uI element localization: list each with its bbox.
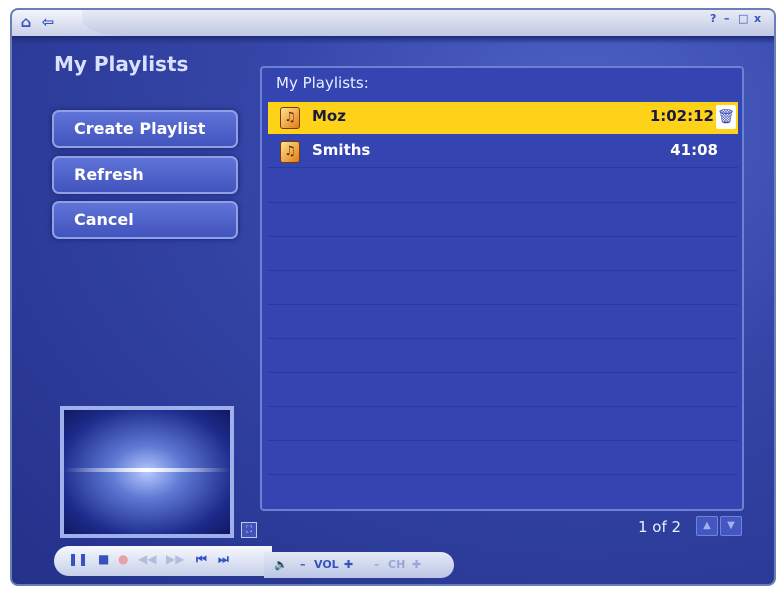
stop-icon[interactable]: ■ xyxy=(98,552,109,566)
playlist-row-moz[interactable]: ♫ Moz 1:02:12 🗑 xyxy=(268,102,738,134)
page-title: My Playlists xyxy=(54,52,189,76)
empty-row-divider xyxy=(268,236,738,237)
fast-forward-icon[interactable]: ▶▶ xyxy=(166,552,184,566)
help-icon[interactable]: ? xyxy=(710,12,719,25)
volume-down-icon[interactable]: – xyxy=(300,558,306,571)
playlist-duration: 1:02:12 xyxy=(649,107,714,125)
refresh-button[interactable]: Refresh xyxy=(52,156,238,194)
empty-row-divider xyxy=(268,406,738,407)
pause-icon[interactable]: ❚❚ xyxy=(68,552,88,566)
music-note-icon: ♫ xyxy=(280,107,300,129)
empty-row-divider xyxy=(268,474,738,475)
page-up-icon[interactable]: ▲ xyxy=(696,516,718,536)
channel-down-icon[interactable]: – xyxy=(374,558,380,571)
trash-icon[interactable]: 🗑 xyxy=(716,105,736,129)
empty-row-divider xyxy=(268,338,738,339)
skip-back-icon[interactable]: ⏮ xyxy=(196,552,207,567)
empty-row-divider xyxy=(268,270,738,271)
playlist-panel: My Playlists: ♫ Moz 1:02:12 🗑 ♫ Smiths 4… xyxy=(260,66,744,511)
close-icon[interactable]: x xyxy=(754,12,764,25)
now-playing-thumbnail[interactable] xyxy=(60,406,234,538)
playlist-name: Moz xyxy=(312,107,346,125)
empty-row-divider xyxy=(268,440,738,441)
top-bar-curve xyxy=(82,10,774,36)
music-note-icon: ♫ xyxy=(280,141,300,163)
record-icon[interactable]: ● xyxy=(118,552,128,566)
playlist-panel-header: My Playlists: xyxy=(276,74,369,92)
create-playlist-button[interactable]: Create Playlist xyxy=(52,110,238,148)
volume-label: VOL xyxy=(314,558,339,571)
mute-icon[interactable]: 🔈 xyxy=(274,558,288,571)
page-indicator: 1 of 2 xyxy=(638,518,682,536)
home-icon[interactable]: ⌂ xyxy=(16,13,36,31)
rewind-icon[interactable]: ◀◀ xyxy=(138,552,156,566)
cancel-button[interactable]: Cancel xyxy=(52,201,238,239)
volume-up-icon[interactable]: ✚ xyxy=(344,558,353,571)
back-arrow-icon[interactable]: ⇦ xyxy=(38,13,58,31)
channel-label: CH xyxy=(388,558,406,571)
skip-forward-icon[interactable]: ⏭ xyxy=(218,552,229,567)
transport-controls: ❚❚ ■ ● ◀◀ ▶▶ ⏮ ⏭ xyxy=(54,546,272,576)
playlist-name: Smiths xyxy=(312,141,371,159)
volume-channel-controls: 🔈 – VOL ✚ – CH ✚ xyxy=(264,552,454,578)
empty-row-divider xyxy=(268,202,738,203)
empty-row-divider xyxy=(268,372,738,373)
page-down-icon[interactable]: ▼ xyxy=(720,516,742,536)
channel-up-icon[interactable]: ✚ xyxy=(412,558,421,571)
empty-row-divider xyxy=(268,304,738,305)
playlist-duration: 41:08 xyxy=(670,141,718,159)
playlist-row-smiths[interactable]: ♫ Smiths 41:08 xyxy=(268,136,738,168)
expand-icon[interactable]: ⛶ xyxy=(241,522,257,538)
maximize-icon[interactable]: □ xyxy=(738,12,751,25)
media-center-window: ⌂ ⇦ ? – □ x My Playlists Create Playlist… xyxy=(10,8,776,586)
minimize-icon[interactable]: – xyxy=(724,12,733,25)
